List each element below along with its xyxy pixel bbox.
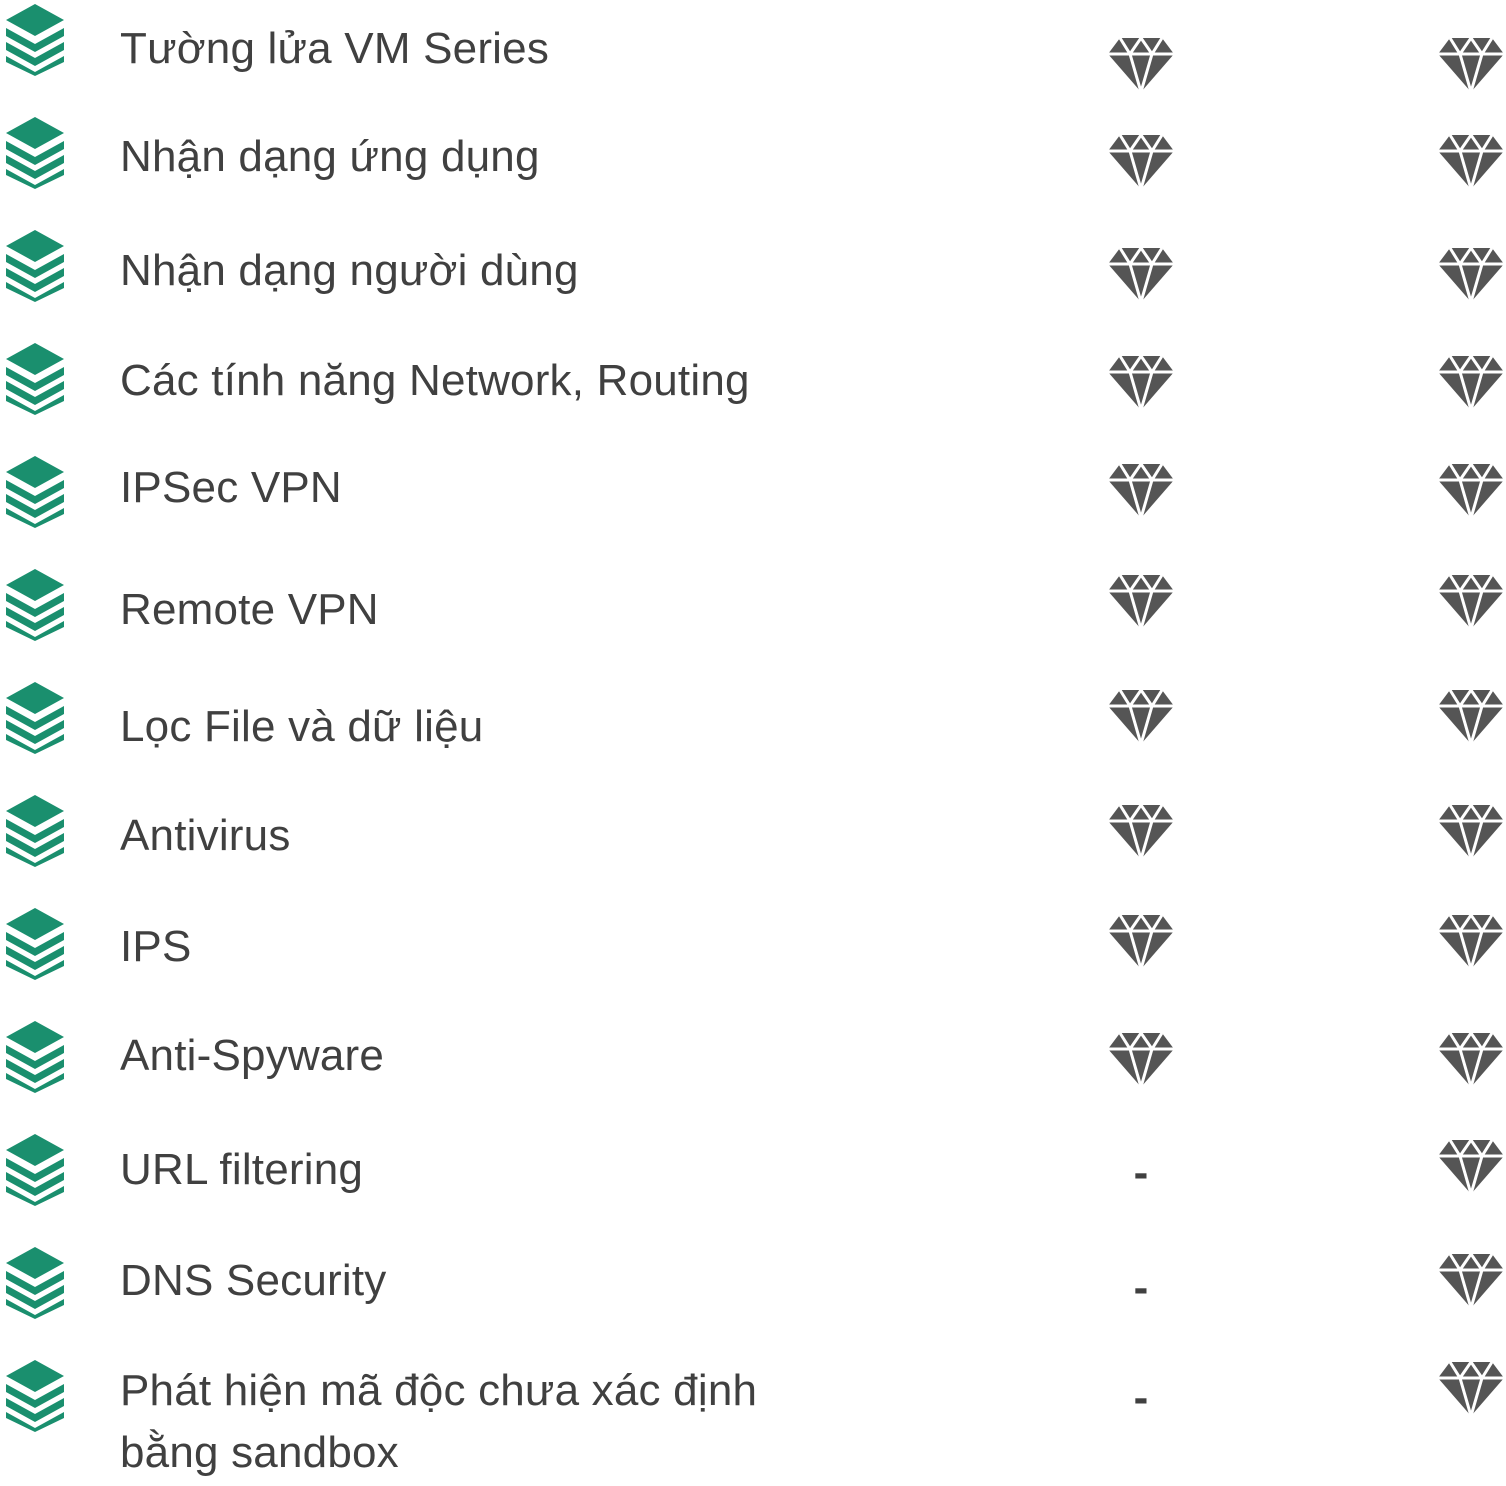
feature-label: Các tính năng Network, Routing	[120, 356, 750, 405]
diamond-icon	[1436, 801, 1506, 861]
diamond-icon	[1106, 571, 1176, 631]
diamond-icon	[1436, 1358, 1506, 1418]
layers-icon	[4, 1019, 66, 1093]
diamond-icon	[1106, 352, 1176, 412]
diamond-icon	[1106, 34, 1176, 94]
feature-label: Tường lửa VM Series	[120, 24, 550, 73]
layers-icon	[4, 567, 66, 641]
diamond-icon	[1106, 131, 1176, 191]
layers-icon	[4, 2, 66, 76]
feature-label: Nhận dạng ứng dụng	[120, 132, 540, 181]
feature-label: IPSec VPN	[120, 463, 342, 512]
diamond-icon	[1436, 131, 1506, 191]
layers-icon	[4, 228, 66, 302]
diamond-icon	[1106, 911, 1176, 971]
layers-icon	[4, 1358, 66, 1432]
diamond-icon	[1106, 686, 1176, 746]
feature-label: Nhận dạng người dùng	[120, 246, 579, 295]
layers-icon	[4, 906, 66, 980]
layers-icon	[4, 115, 66, 189]
diamond-icon	[1436, 460, 1506, 520]
diamond-icon	[1436, 686, 1506, 746]
diamond-icon	[1436, 1250, 1506, 1310]
layers-icon	[4, 1245, 66, 1319]
feature-label: Antivirus	[120, 811, 291, 860]
layers-icon	[4, 341, 66, 415]
feature-label: Phát hiện mã độc chưa xác định bằng sand…	[120, 1366, 758, 1477]
feature-label: Remote VPN	[120, 585, 379, 634]
diamond-icon	[1436, 911, 1506, 971]
diamond-icon	[1106, 801, 1176, 861]
diamond-icon	[1106, 1029, 1176, 1089]
not-included-dash: -	[1133, 1263, 1149, 1312]
feature-label: DNS Security	[120, 1256, 387, 1305]
diamond-icon	[1436, 244, 1506, 304]
feature-label: Anti-Spyware	[120, 1031, 385, 1080]
diamond-icon	[1436, 1029, 1506, 1089]
diamond-icon	[1436, 571, 1506, 631]
feature-label: Lọc File và dữ liệu	[120, 702, 484, 751]
diamond-icon	[1436, 1136, 1506, 1196]
diamond-icon	[1436, 352, 1506, 412]
layers-icon	[4, 680, 66, 754]
layers-icon	[4, 454, 66, 528]
feature-label: IPS	[120, 922, 192, 971]
feature-label: URL filtering	[120, 1145, 364, 1194]
diamond-icon	[1106, 244, 1176, 304]
not-included-dash: -	[1133, 1373, 1149, 1422]
diamond-icon	[1106, 460, 1176, 520]
layers-icon	[4, 793, 66, 867]
diamond-icon	[1436, 34, 1506, 94]
not-included-dash: -	[1133, 1148, 1149, 1197]
layers-icon	[4, 1132, 66, 1206]
